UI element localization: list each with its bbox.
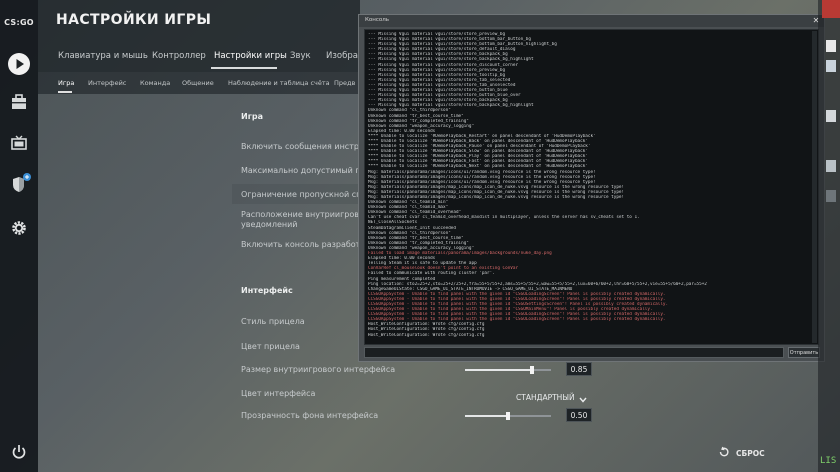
setting-hud-background-alpha[interactable]: Прозрачность фона интерфейса — [241, 411, 378, 420]
page-title: НАСТРОЙКИ ИГРЫ — [56, 12, 212, 28]
setting-max-allowed[interactable]: Максимально допустимый п — [241, 166, 359, 175]
hud-scale-slider-fill — [465, 369, 533, 371]
alert-badge — [822, 0, 840, 18]
reset-icon — [718, 446, 730, 460]
console-log-lines: --- Missing Vgui material vgui/store/sto… — [368, 32, 815, 338]
fps-counter: LIS — [820, 456, 837, 466]
left-nav-rail: CS:GO — [0, 0, 38, 472]
hud-color-dropdown-value: СТАНДАРТНЫЙ — [516, 393, 575, 402]
developer-console-window: Консоль ✕ --- Missing Vgui material vgui… — [358, 14, 825, 362]
watch-tv-icon[interactable] — [7, 131, 31, 155]
hud-color-dropdown[interactable]: СТАНДАРТНЫЙ — [516, 388, 587, 407]
reset-label: СБРОС — [736, 448, 765, 458]
subtab-spectating-scoreboard[interactable]: Наблюдение и таблица счёта — [228, 79, 330, 87]
subtab-interface[interactable]: Интерфейс — [88, 79, 126, 87]
section-title-game: Игра — [241, 112, 263, 121]
tab-game-settings[interactable]: Настройки игры — [214, 51, 287, 61]
chevron-down-icon — [579, 388, 587, 407]
settings-header: НАСТРОЙКИ ИГРЫ Клавиатура и мышь Контрол… — [38, 0, 366, 72]
color-swatch — [826, 160, 836, 172]
csgo-logo[interactable]: CS:GO — [0, 0, 38, 44]
play-icon[interactable] — [7, 52, 31, 76]
subtab-preview[interactable]: Предв — [334, 79, 355, 87]
color-swatch — [826, 60, 836, 72]
setting-instructor-messages[interactable]: Включить сообщения инстру — [241, 142, 359, 151]
color-swatch — [826, 40, 836, 52]
game-window: CS:GO НАСТРОЙКИ ИГРЫ Клавиатура и мышь К… — [0, 0, 840, 472]
hud-scale-slider-knob[interactable] — [530, 366, 535, 374]
color-swatch — [826, 110, 836, 122]
color-swatch — [826, 190, 836, 202]
setting-crosshair-color[interactable]: Цвет прицела — [241, 342, 300, 351]
hud-scale-value[interactable]: 0.85 — [566, 362, 592, 376]
console-command-input[interactable] — [364, 347, 784, 358]
tab-audio[interactable]: Звук — [290, 51, 311, 61]
hud-alpha-value[interactable]: 0.50 — [566, 408, 592, 422]
setting-hud-color[interactable]: Цвет интерфейса — [241, 389, 315, 398]
setting-notification-position-line2: уведомлений — [241, 220, 298, 229]
setting-crosshair-style[interactable]: Стиль прицела — [241, 317, 305, 326]
power-icon[interactable] — [7, 440, 31, 464]
console-log-line: Host_WriteConfiguration: Wrote cfg/confi… — [368, 332, 485, 338]
subtab-team[interactable]: Команда — [140, 79, 170, 87]
inventory-icon[interactable] — [7, 90, 31, 114]
setting-hud-scale[interactable]: Размер внутриигрового интерфейса — [241, 365, 395, 374]
hud-alpha-slider[interactable] — [465, 412, 551, 420]
setting-bandwidth-limit[interactable]: Ограничение пропускной сп — [241, 190, 359, 199]
subtab-communication[interactable]: Общение — [182, 79, 214, 87]
active-subtab-indicator — [58, 91, 72, 93]
settings-gear-icon[interactable] — [7, 216, 31, 240]
active-tab-indicator — [211, 67, 277, 69]
reset-button[interactable]: СБРОС — [718, 446, 765, 460]
setting-notification-position[interactable]: Расположение внутриигров — [241, 210, 359, 219]
subtab-game[interactable]: Игра — [58, 79, 74, 87]
subtab-bar: Игра Интерфейс Команда Общение Наблюдени… — [38, 72, 360, 94]
shield-notification-icon[interactable] — [7, 172, 31, 196]
hud-alpha-slider-knob[interactable] — [506, 412, 510, 420]
section-title-interface: Интерфейс — [241, 286, 293, 295]
console-titlebar[interactable]: Консоль ✕ — [359, 15, 824, 27]
tab-keyboard-mouse[interactable]: Клавиатура и мышь — [58, 51, 148, 61]
console-submit-button[interactable]: Отправить — [788, 347, 820, 358]
setting-developer-console[interactable]: Включить консоль разработ — [241, 240, 359, 249]
tab-controller[interactable]: Контроллер — [152, 51, 206, 61]
hud-alpha-slider-fill — [465, 415, 508, 417]
console-title: Консоль — [365, 17, 390, 23]
console-output: --- Missing Vgui material vgui/store/sto… — [364, 29, 819, 345]
hud-scale-slider[interactable] — [465, 366, 551, 374]
console-scrollbar[interactable] — [812, 31, 817, 343]
